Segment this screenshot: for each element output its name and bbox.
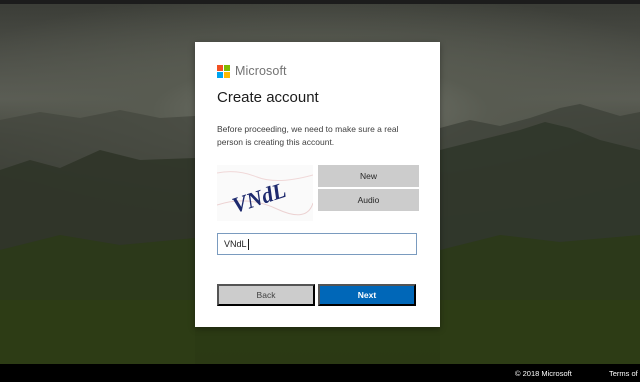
text-caret [247,238,249,250]
microsoft-grid-icon [217,64,230,78]
next-button[interactable]: Next [318,284,416,306]
create-account-dialog: Microsoft Create account Before proceedi… [195,42,440,327]
microsoft-logo: Microsoft [217,64,287,78]
audio-captcha-button[interactable]: Audio [318,189,419,211]
captcha-image: VNdL [216,165,314,221]
dialog-title: Create account [217,89,319,106]
new-captcha-button[interactable]: New [318,165,419,187]
terms-link[interactable]: Terms of [609,369,638,378]
brand-name: Microsoft [235,64,287,78]
dialog-description: Before proceeding, we need to make sure … [217,124,399,147]
copyright-text: © 2018 Microsoft [515,369,572,378]
captcha-input-value: VNdL [224,239,247,249]
footer-bar: © 2018 Microsoft Terms of [0,364,640,382]
captcha-input[interactable]: VNdL [217,233,417,255]
top-bar [0,0,640,4]
back-button[interactable]: Back [217,284,315,306]
captcha-text: VNdL [229,177,289,218]
